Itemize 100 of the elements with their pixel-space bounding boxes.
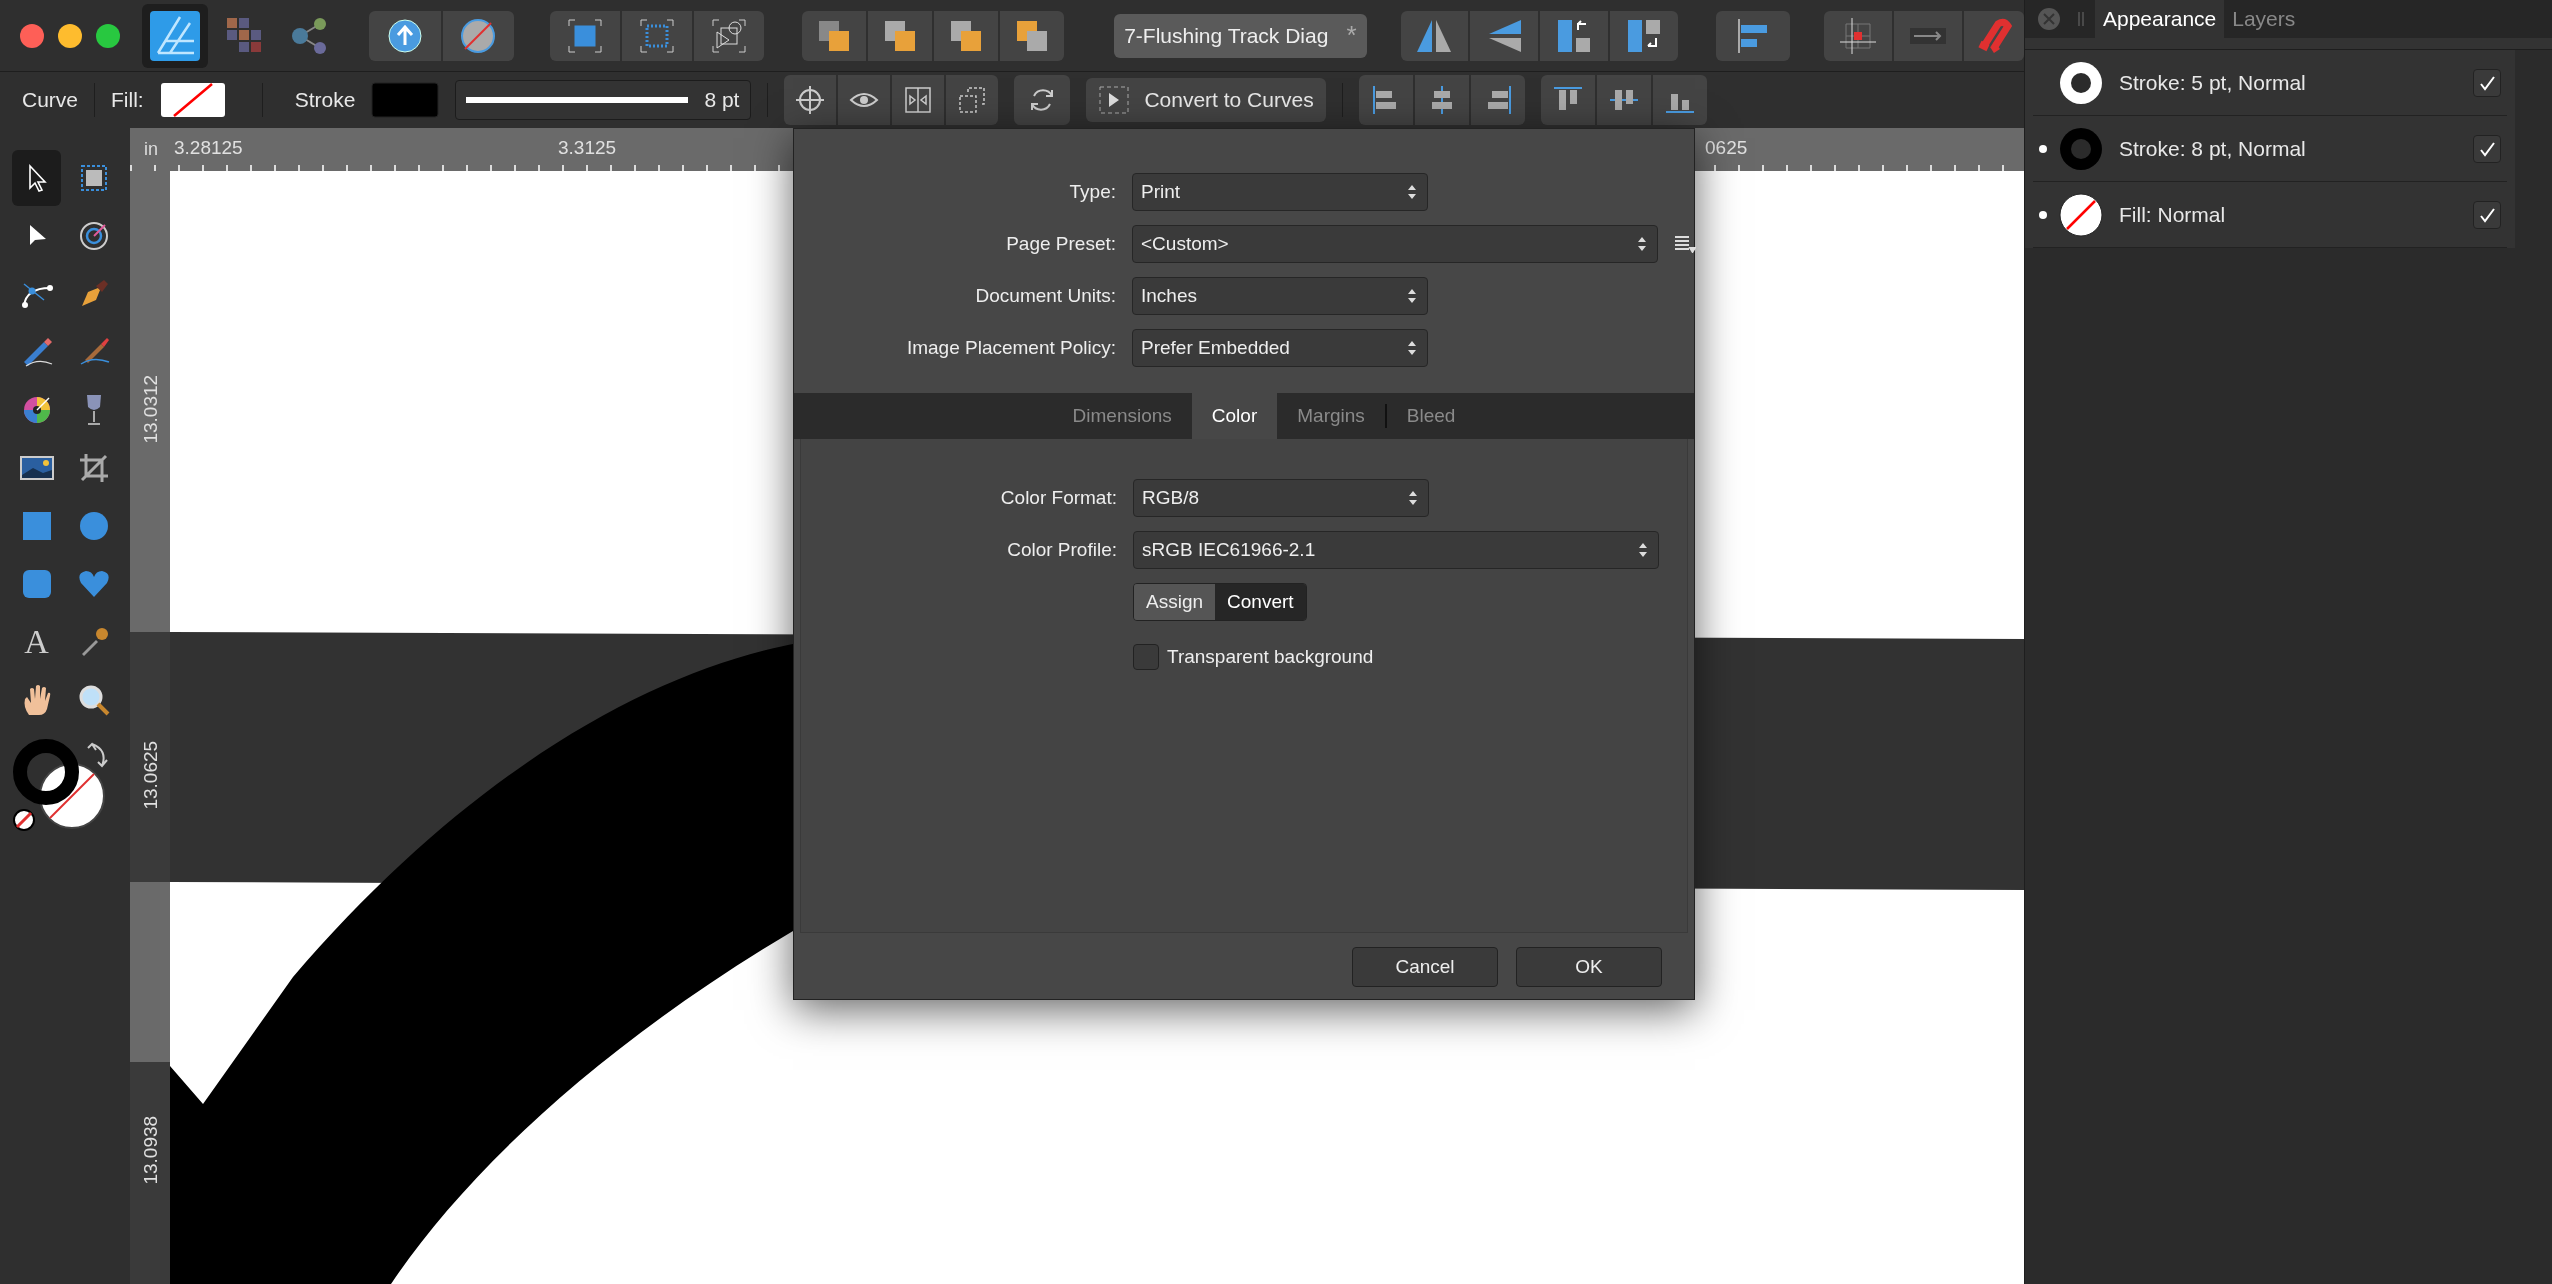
magnifier-icon: [77, 684, 110, 716]
stepper-arrows-icon: [1407, 287, 1417, 305]
fill-label: Fill:: [111, 87, 144, 114]
convert-to-curves-button[interactable]: Convert to Curves: [1086, 78, 1326, 122]
rotate-left-icon: [1556, 17, 1593, 54]
flower-slash-button[interactable]: [442, 10, 515, 61]
refresh-button[interactable]: [1014, 75, 1071, 125]
stepper-arrows-icon: [1407, 339, 1417, 357]
grid-button[interactable]: [550, 10, 621, 61]
text-tool-glyph: A: [24, 625, 49, 659]
stacked-squares-icon: [1015, 18, 1050, 53]
fill-swatch-icon: [159, 82, 226, 118]
app-persona-button[interactable]: [142, 3, 208, 68]
close-panel-icon: [2037, 7, 2061, 31]
flip-handles-icon: [904, 86, 933, 114]
appearance-row[interactable]: Stroke: 5 pt, Normal: [2033, 50, 2507, 116]
arrange-button[interactable]: [802, 10, 867, 61]
field-label: Page Preset:: [1005, 231, 1116, 256]
rotate-right-button[interactable]: [1610, 10, 1679, 61]
appearance-row[interactable]: Stroke: 8 pt, Normal: [2033, 116, 2507, 182]
document-tab[interactable]: 7-Flushing Track Diag *: [1114, 13, 1367, 58]
dialog-button[interactable]: OK: [1516, 947, 1662, 987]
select-field[interactable]: Print: [1132, 173, 1428, 211]
segment-button[interactable]: Assign: [1134, 584, 1216, 620]
rotate-right-icon: [1626, 17, 1663, 54]
rotate-left-button[interactable]: [1540, 10, 1609, 61]
play-frame-icon: [1098, 85, 1131, 115]
arrow-right-icon: [1907, 25, 1948, 46]
flower-arrow-button[interactable]: [368, 10, 441, 61]
dialog-button[interactable]: Cancel: [1352, 947, 1498, 987]
appearance-label: Fill: Normal: [2119, 201, 2227, 228]
snapping-button[interactable]: [1963, 10, 2024, 61]
heart-icon: [77, 569, 110, 599]
dialog-tab[interactable]: Color: [1191, 393, 1278, 439]
shapes-button[interactable]: [694, 10, 764, 61]
zoom-window-button[interactable]: [96, 23, 120, 48]
stacked-squares-icon: [883, 18, 918, 53]
align-button[interactable]: [1596, 75, 1651, 125]
select-field[interactable]: sRGB IEC61966-2.1: [1133, 531, 1659, 569]
appearance-row[interactable]: Fill: Normal: [2033, 182, 2507, 248]
select-field[interactable]: RGB/8: [1133, 479, 1429, 517]
snapping-grid-icon: [1839, 17, 1876, 54]
dialog-tab[interactable]: Bleed: [1386, 393, 1476, 439]
modified-mark: *: [1346, 19, 1357, 52]
snapping-grid-button[interactable]: [1824, 10, 1892, 61]
grid-button[interactable]: [622, 10, 693, 61]
crosshair-icon: [796, 86, 825, 114]
close-window-button[interactable]: [20, 23, 44, 48]
stroke-preview-icon: [466, 96, 689, 104]
dotted-grid-icon: [639, 17, 676, 54]
tool-button[interactable]: A: [12, 614, 61, 670]
select-field[interactable]: Prefer Embedded: [1132, 329, 1428, 367]
align-button[interactable]: [1652, 75, 1707, 125]
field-label: Image Placement Policy:: [905, 335, 1116, 360]
dialog-tab[interactable]: Margins: [1277, 393, 1385, 439]
checkbox[interactable]: [2473, 134, 2501, 163]
checkbox[interactable]: [2473, 200, 2501, 229]
panel-tab[interactable]: Appearance: [2095, 0, 2225, 38]
rounded-square-icon: [21, 569, 52, 599]
stroke-width-field[interactable]: 8 pt: [455, 80, 752, 120]
thin-ring-icon: [2059, 60, 2103, 105]
tool-name: Curve: [22, 87, 79, 114]
flip-horizontal-button[interactable]: [1400, 10, 1469, 61]
stroke-swatch-icon: [371, 82, 440, 118]
no-fill-icon: [2059, 192, 2103, 237]
snap-target-button[interactable]: [784, 75, 837, 125]
flip-vertical-button[interactable]: [1470, 10, 1539, 61]
dialog-tab[interactable]: Dimensions: [1052, 393, 1192, 439]
select-field[interactable]: <Custom>: [1132, 225, 1658, 263]
flip-handles-button[interactable]: [892, 75, 945, 125]
align-button[interactable]: [1358, 75, 1413, 125]
align-button[interactable]: [1540, 75, 1595, 125]
ruler-label: 3.28125: [174, 136, 243, 160]
stepper-arrows-icon: [1638, 541, 1648, 559]
minimize-window-button[interactable]: [58, 23, 82, 48]
show-handles-button[interactable]: [838, 75, 891, 125]
crop-icon: [77, 452, 110, 484]
checkbox[interactable]: [2473, 68, 2501, 97]
checkbox[interactable]: [1133, 644, 1159, 671]
segment-button[interactable]: Convert: [1215, 584, 1306, 620]
arrange-button[interactable]: [1000, 10, 1065, 61]
thick-ring-icon: [2059, 126, 2103, 171]
select-field[interactable]: Inches: [1132, 277, 1428, 315]
align-button[interactable]: [1470, 75, 1525, 125]
target-icon: [77, 220, 110, 252]
field-label: Type:: [1068, 179, 1116, 204]
field-label: Color Format:: [999, 485, 1117, 510]
stepper-arrows-icon: [1637, 235, 1647, 253]
field-label: Color Profile:: [1006, 537, 1117, 562]
arrange-button[interactable]: [934, 10, 999, 61]
ruler-label: 0625: [1705, 136, 1748, 160]
arrange-button[interactable]: [868, 10, 933, 61]
ruler-label: 13.0938: [138, 1114, 162, 1187]
panel-tab[interactable]: Layers: [2224, 0, 2304, 38]
align-button[interactable]: [1414, 75, 1469, 125]
align-button[interactable]: [1716, 10, 1790, 61]
app-logo-icon: [150, 10, 200, 61]
circle-icon: [78, 511, 109, 541]
transform-handles-button[interactable]: [946, 75, 999, 125]
tool-button[interactable]: [12, 150, 61, 206]
